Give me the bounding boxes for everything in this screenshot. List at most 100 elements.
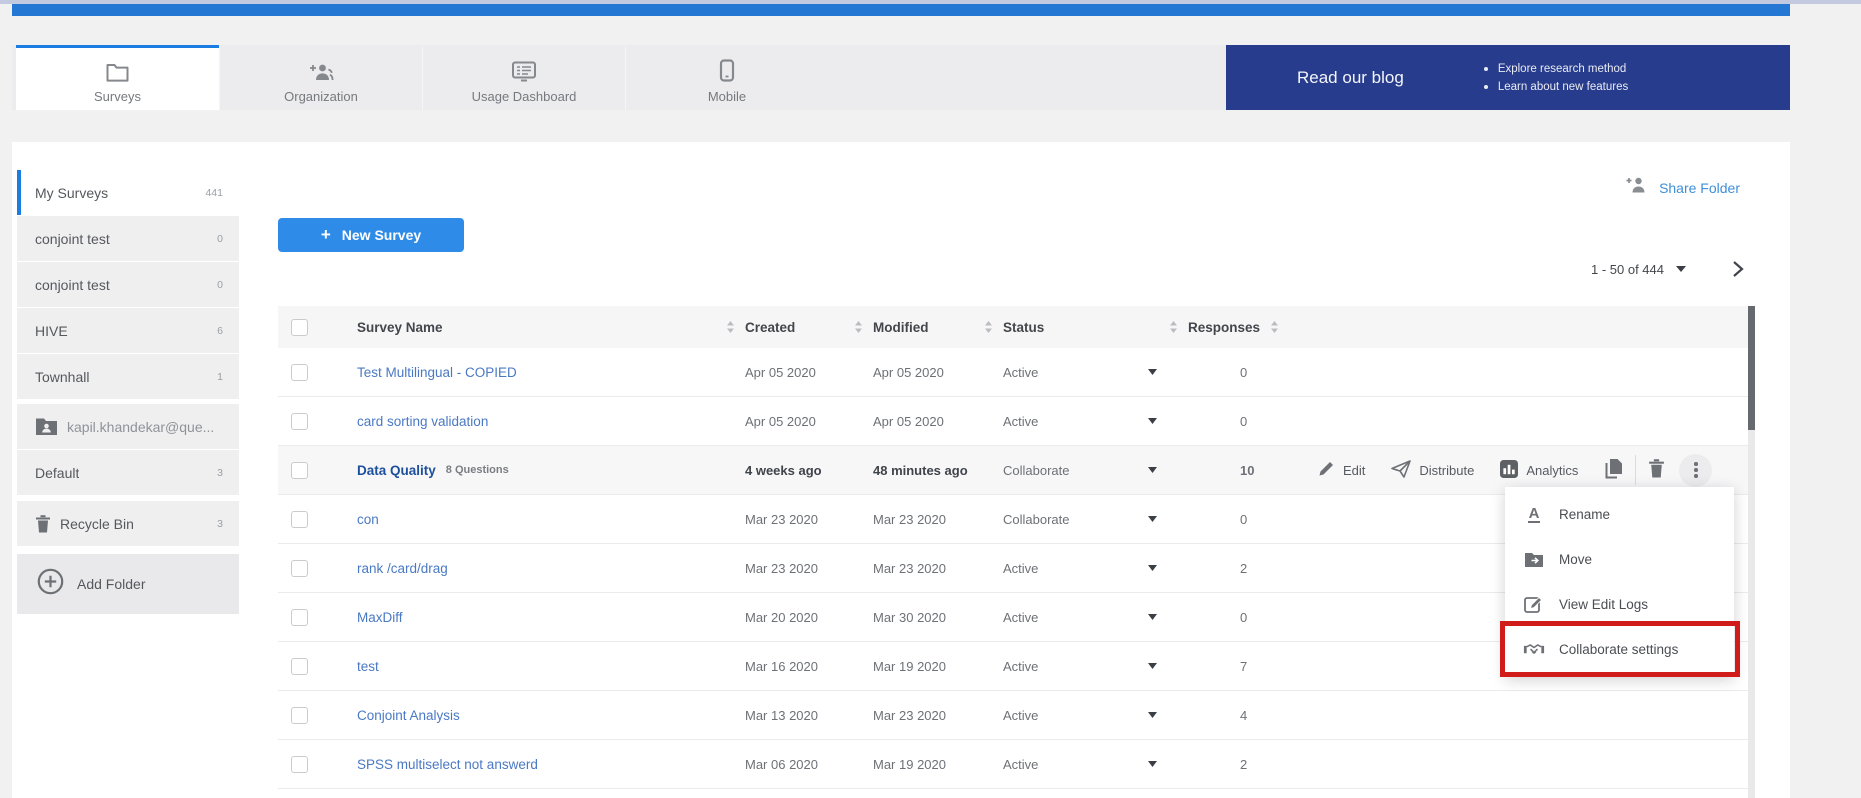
created-cell: Mar 20 2020 — [722, 610, 850, 625]
tab-surveys[interactable]: Surveys — [16, 45, 219, 110]
sort-icon[interactable] — [984, 320, 993, 334]
row-checkbox[interactable] — [291, 658, 308, 675]
add-folder-button[interactable]: Add Folder — [17, 554, 239, 614]
banner-bullet-list: Explore research method Learn about new … — [1484, 63, 1628, 93]
trash-icon — [1648, 459, 1665, 481]
sidebar-item-townhall[interactable]: Townhall 1 — [17, 354, 239, 399]
tab-mobile[interactable]: Mobile — [625, 45, 828, 110]
created-cell: Mar 23 2020 — [722, 561, 850, 576]
menu-item-view-edit-logs[interactable]: View Edit Logs — [1505, 582, 1734, 627]
survey-name-link[interactable]: con — [357, 512, 379, 527]
row-checkbox[interactable] — [291, 756, 308, 773]
share-folder-button[interactable]: Share Folder — [1625, 176, 1740, 199]
folder-sidebar: My Surveys 441 conjoint test 0 conjoint … — [17, 170, 239, 614]
sidebar-item-default[interactable]: Default 3 — [17, 450, 239, 495]
folder-icon — [106, 58, 129, 82]
banner-bullet: Learn about new features — [1484, 81, 1628, 93]
created-cell: Mar 13 2020 — [722, 708, 850, 723]
created-cell: 4 weeks ago — [722, 463, 850, 478]
divider — [1635, 455, 1636, 485]
row-checkbox[interactable] — [291, 560, 308, 577]
new-survey-button[interactable]: + New Survey — [278, 218, 464, 252]
column-survey-name[interactable]: Survey Name — [342, 320, 722, 335]
folder-count: 0 — [217, 279, 223, 291]
created-cell: Apr 05 2020 — [722, 365, 850, 380]
pagination-range: 1 - 50 of 444 — [1591, 262, 1664, 277]
person-add-icon — [1625, 176, 1649, 199]
created-cell: Mar 06 2020 — [722, 757, 850, 772]
row-checkbox[interactable] — [291, 511, 308, 528]
survey-name-link[interactable]: SPSS multiselect not answerd — [357, 757, 538, 772]
tab-usage-dashboard[interactable]: Usage Dashboard — [422, 45, 625, 110]
status-dropdown-caret[interactable] — [1148, 663, 1157, 669]
sidebar-item-conjoint-test-2[interactable]: conjoint test 0 — [17, 262, 239, 307]
status-dropdown-caret[interactable] — [1148, 467, 1157, 473]
edit-button[interactable]: Edit — [1318, 460, 1365, 480]
table-scrollbar-thumb[interactable] — [1748, 306, 1755, 430]
survey-name-link[interactable]: test — [357, 659, 379, 674]
tab-surveys-label: Surveys — [94, 89, 141, 104]
survey-name-link[interactable]: rank /card/drag — [357, 561, 448, 576]
row-checkbox[interactable] — [291, 462, 308, 479]
column-status[interactable]: Status — [980, 320, 1165, 335]
survey-name-link[interactable]: Conjoint Analysis — [357, 708, 460, 723]
table-scrollbar-track[interactable] — [1748, 306, 1755, 798]
survey-name-link[interactable]: card sorting validation — [357, 414, 488, 429]
responses-cell: 0 — [1165, 610, 1300, 625]
status-dropdown-caret[interactable] — [1148, 418, 1157, 424]
sort-icon[interactable] — [1270, 320, 1279, 334]
survey-name-link[interactable]: MaxDiff — [357, 610, 403, 625]
tab-usage-dashboard-label: Usage Dashboard — [472, 89, 577, 104]
distribute-button[interactable]: Distribute — [1391, 460, 1474, 481]
select-all-checkbox[interactable] — [291, 319, 308, 336]
table-row: card sorting validation Apr 05 2020 Apr … — [278, 397, 1748, 446]
column-modified[interactable]: Modified — [850, 320, 980, 335]
row-checkbox[interactable] — [291, 609, 308, 626]
row-checkbox[interactable] — [291, 364, 308, 381]
analytics-button[interactable]: Analytics — [1500, 460, 1578, 481]
status-dropdown-caret[interactable] — [1148, 516, 1157, 522]
table-header: Survey Name Created Modified Status Resp… — [278, 306, 1748, 348]
sidebar-item-recycle-bin[interactable]: Recycle Bin 3 — [17, 501, 239, 546]
survey-name-link[interactable]: Test Multilingual - COPIED — [357, 365, 517, 380]
person-add-icon — [308, 58, 335, 82]
status-dropdown-caret[interactable] — [1148, 565, 1157, 571]
sidebar-item-shared-folder[interactable]: kapil.khandekar@que... — [17, 404, 239, 449]
status-dropdown-caret[interactable] — [1148, 369, 1157, 375]
menu-item-move[interactable]: Move — [1505, 537, 1734, 582]
responses-cell: 0 — [1165, 365, 1300, 380]
status-dropdown-caret[interactable] — [1148, 712, 1157, 718]
read-our-blog-banner[interactable]: Read our blog Explore research method Le… — [1226, 45, 1790, 110]
delete-survey-button[interactable] — [1648, 459, 1665, 481]
row-checkbox[interactable] — [291, 707, 308, 724]
row-context-menu: A Rename Move View Edit Logs Collaborate… — [1505, 487, 1734, 677]
next-page-chevron-icon[interactable] — [1732, 260, 1744, 278]
menu-item-collaborate-settings[interactable]: Collaborate settings — [1505, 627, 1734, 672]
sort-icon[interactable] — [854, 320, 863, 334]
sort-icon[interactable] — [726, 320, 735, 334]
column-responses[interactable]: Responses — [1165, 320, 1300, 335]
status-dropdown-caret[interactable] — [1148, 614, 1157, 620]
column-created[interactable]: Created — [722, 320, 850, 335]
folder-count: 441 — [205, 187, 223, 199]
main-nav-tabs: Surveys Organization Usage Dashboard Mob… — [12, 45, 1790, 110]
tab-organization[interactable]: Organization — [219, 45, 422, 110]
table-row: SPSS multiselect not answerd Mar 06 2020… — [278, 740, 1748, 789]
more-options-kebab-button[interactable] — [1679, 454, 1712, 487]
sidebar-item-hive[interactable]: HIVE 6 — [17, 308, 239, 353]
survey-name-link[interactable]: Data Quality — [357, 463, 436, 478]
status-cell: Collaborate — [980, 512, 1165, 527]
modified-cell: Apr 05 2020 — [850, 414, 980, 429]
folder-count: 3 — [217, 518, 223, 530]
sort-icon[interactable] — [1169, 320, 1178, 334]
menu-item-rename[interactable]: A Rename — [1505, 492, 1734, 537]
content-card: My Surveys 441 conjoint test 0 conjoint … — [12, 142, 1790, 798]
row-checkbox[interactable] — [291, 413, 308, 430]
sidebar-item-my-surveys[interactable]: My Surveys 441 — [17, 170, 239, 215]
question-count-label: 8 Questions — [446, 464, 509, 476]
pagination-caret-icon[interactable] — [1676, 266, 1686, 272]
sidebar-item-conjoint-test-1[interactable]: conjoint test 0 — [17, 216, 239, 261]
responses-cell: 2 — [1165, 757, 1300, 772]
copy-survey-button[interactable] — [1604, 458, 1623, 482]
status-dropdown-caret[interactable] — [1148, 761, 1157, 767]
